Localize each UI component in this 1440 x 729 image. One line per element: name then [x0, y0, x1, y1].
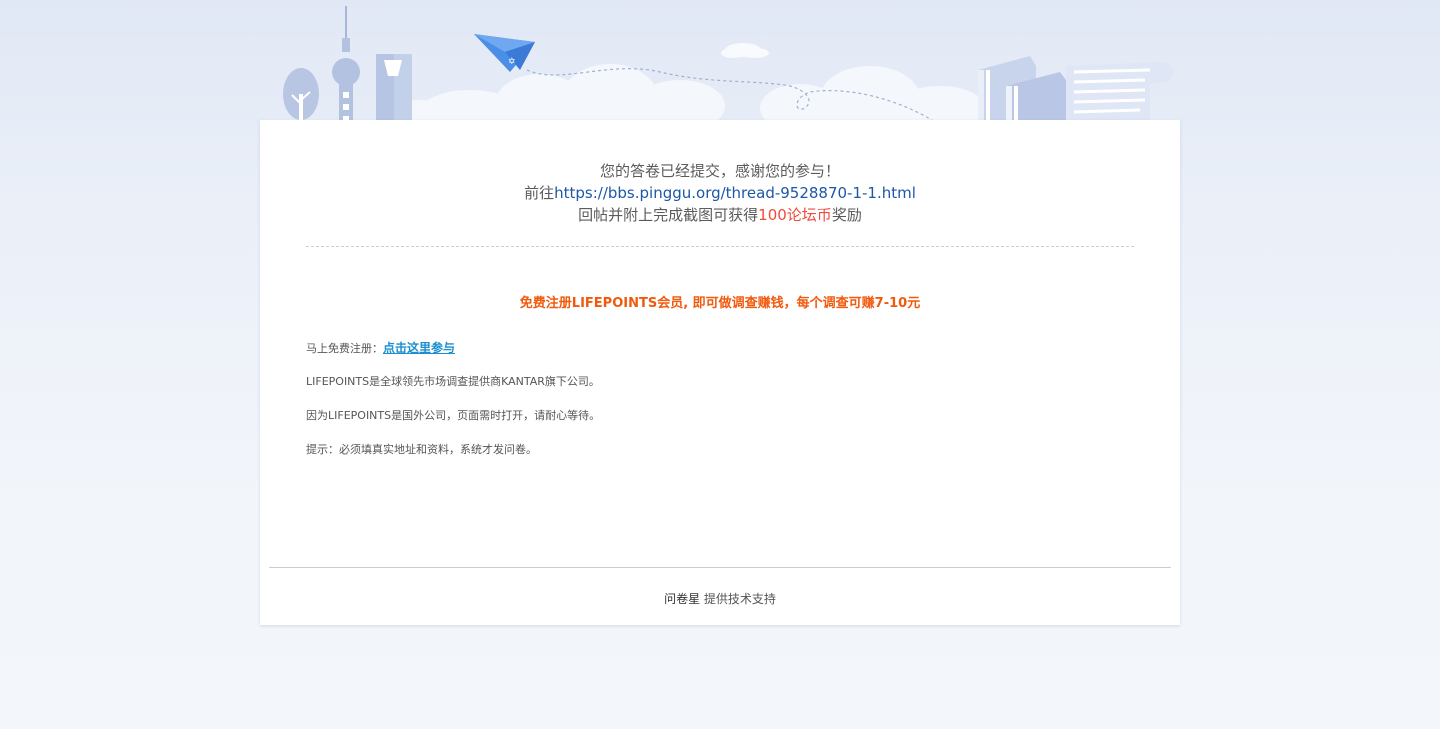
footer-divider [269, 567, 1171, 568]
info-line: LIFEPOINTS是全球领先市场调查提供商KANTAR旗下公司。 [306, 375, 600, 388]
thanks-line: 您的答卷已经提交，感谢您的参与！ [260, 160, 1180, 182]
reward-line: 回帖并附上完成截图可获得100论坛币奖励 [260, 204, 1180, 226]
confirmation-message: 您的答卷已经提交，感谢您的参与！ 前往https://bbs.pinggu.or… [260, 160, 1180, 226]
tree-icon [283, 68, 319, 120]
promo-details: 马上免费注册：点击这里参与 LIFEPOINTS是全球领先市场调查提供商KANT… [306, 338, 1134, 474]
register-link[interactable]: 点击这里参与 [383, 341, 455, 355]
reward-prefix: 回帖并附上完成截图可获得 [578, 206, 759, 224]
result-card: 您的答卷已经提交，感谢您的参与！ 前往https://bbs.pinggu.or… [260, 120, 1180, 625]
header-illustration: ✡ [0, 0, 1440, 122]
register-label: 马上免费注册： [306, 342, 383, 355]
link-prefix: 前往 [524, 184, 555, 202]
tv-tower-icon [332, 6, 360, 122]
info-line: 提示：必须填真实地址和资料，系统才发问卷。 [306, 443, 537, 456]
footer-text: 提供技术支持 [703, 592, 776, 606]
info-line: 因为LIFEPOINTS是国外公司，页面需时打开，请耐心等待。 [306, 409, 601, 422]
paper-plane-icon: ✡ [474, 34, 535, 72]
dashed-divider [306, 246, 1134, 247]
link-line: 前往https://bbs.pinggu.org/thread-9528870-… [260, 182, 1180, 204]
footer: 问卷星 提供技术支持 [260, 590, 1180, 607]
cloud-icon [721, 43, 769, 58]
reward-amount: 100论坛币 [758, 206, 832, 224]
books-icon [978, 56, 1066, 122]
thanks-text: 您的答卷已经提交，感谢您的参与！ [599, 162, 840, 180]
footer-brand: 问卷星 [664, 592, 701, 606]
cloud-icon [380, 64, 985, 122]
paper-scroll-icon [1066, 62, 1174, 122]
reward-suffix: 奖励 [831, 206, 862, 224]
skyscraper-icon [376, 54, 412, 122]
register-row: 马上免费注册：点击这里参与 [306, 338, 1134, 372]
forum-thread-link[interactable]: https://bbs.pinggu.org/thread-9528870-1-… [554, 184, 916, 202]
promo-headline: 免费注册LIFEPOINTS会员, 即可做调查赚钱，每个调查可赚7-10元 [519, 296, 921, 311]
svg-text:✡: ✡ [508, 57, 516, 67]
